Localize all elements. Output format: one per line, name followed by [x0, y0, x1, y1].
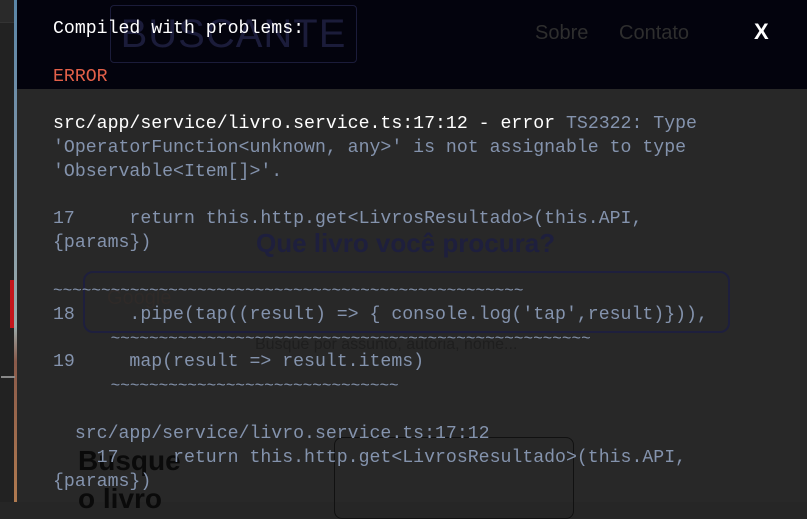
strip-tick	[1, 376, 15, 378]
code-squiggle-19: ~~~~~~~~~~~~~~~~~~~~~~~~~~~~~~	[53, 377, 399, 395]
code-squiggle-17: ~~~~~~~~~~~~~~~~~~~~~~~~~~~~~~~~~~~~~~~~…	[53, 282, 524, 300]
error-location: src/app/service/livro.service.ts:17:12 -…	[53, 114, 556, 134]
code-line-17: 17 return this.http.get<LivrosResultado>…	[53, 209, 643, 253]
code-squiggle-18: ~~~~~~~~~~~~~~~~~~~~~~~~~~~~~~~~~~~~~~~~…	[53, 330, 591, 348]
error-header: src/app/service/livro.service.ts:17:12 -…	[53, 112, 697, 136]
editor-side-strip	[0, 0, 17, 502]
nav-sobre: Sobre	[535, 22, 589, 44]
error-message-2: 'Observable<Item[]>'.	[53, 162, 283, 182]
code-line-18: 18 .pipe(tap((result) => { console.log('…	[53, 305, 708, 325]
nav-contato: Contato	[619, 22, 690, 44]
code-line-19: 19 map(result => result.items)	[53, 352, 425, 372]
error-message-1: 'OperatorFunction<unknown, any>' is not …	[53, 138, 687, 158]
related-code: 17 return this.http.get<LivrosResultado>…	[53, 448, 687, 492]
error-marker	[10, 280, 14, 328]
related-location: src/app/service/livro.service.ts:17:12	[53, 424, 490, 444]
overlay-title: Compiled with problems:	[53, 19, 305, 39]
error-label: ERROR	[53, 67, 108, 87]
close-button[interactable]: X	[754, 19, 769, 45]
error-code: TS2322: Type	[565, 114, 697, 134]
